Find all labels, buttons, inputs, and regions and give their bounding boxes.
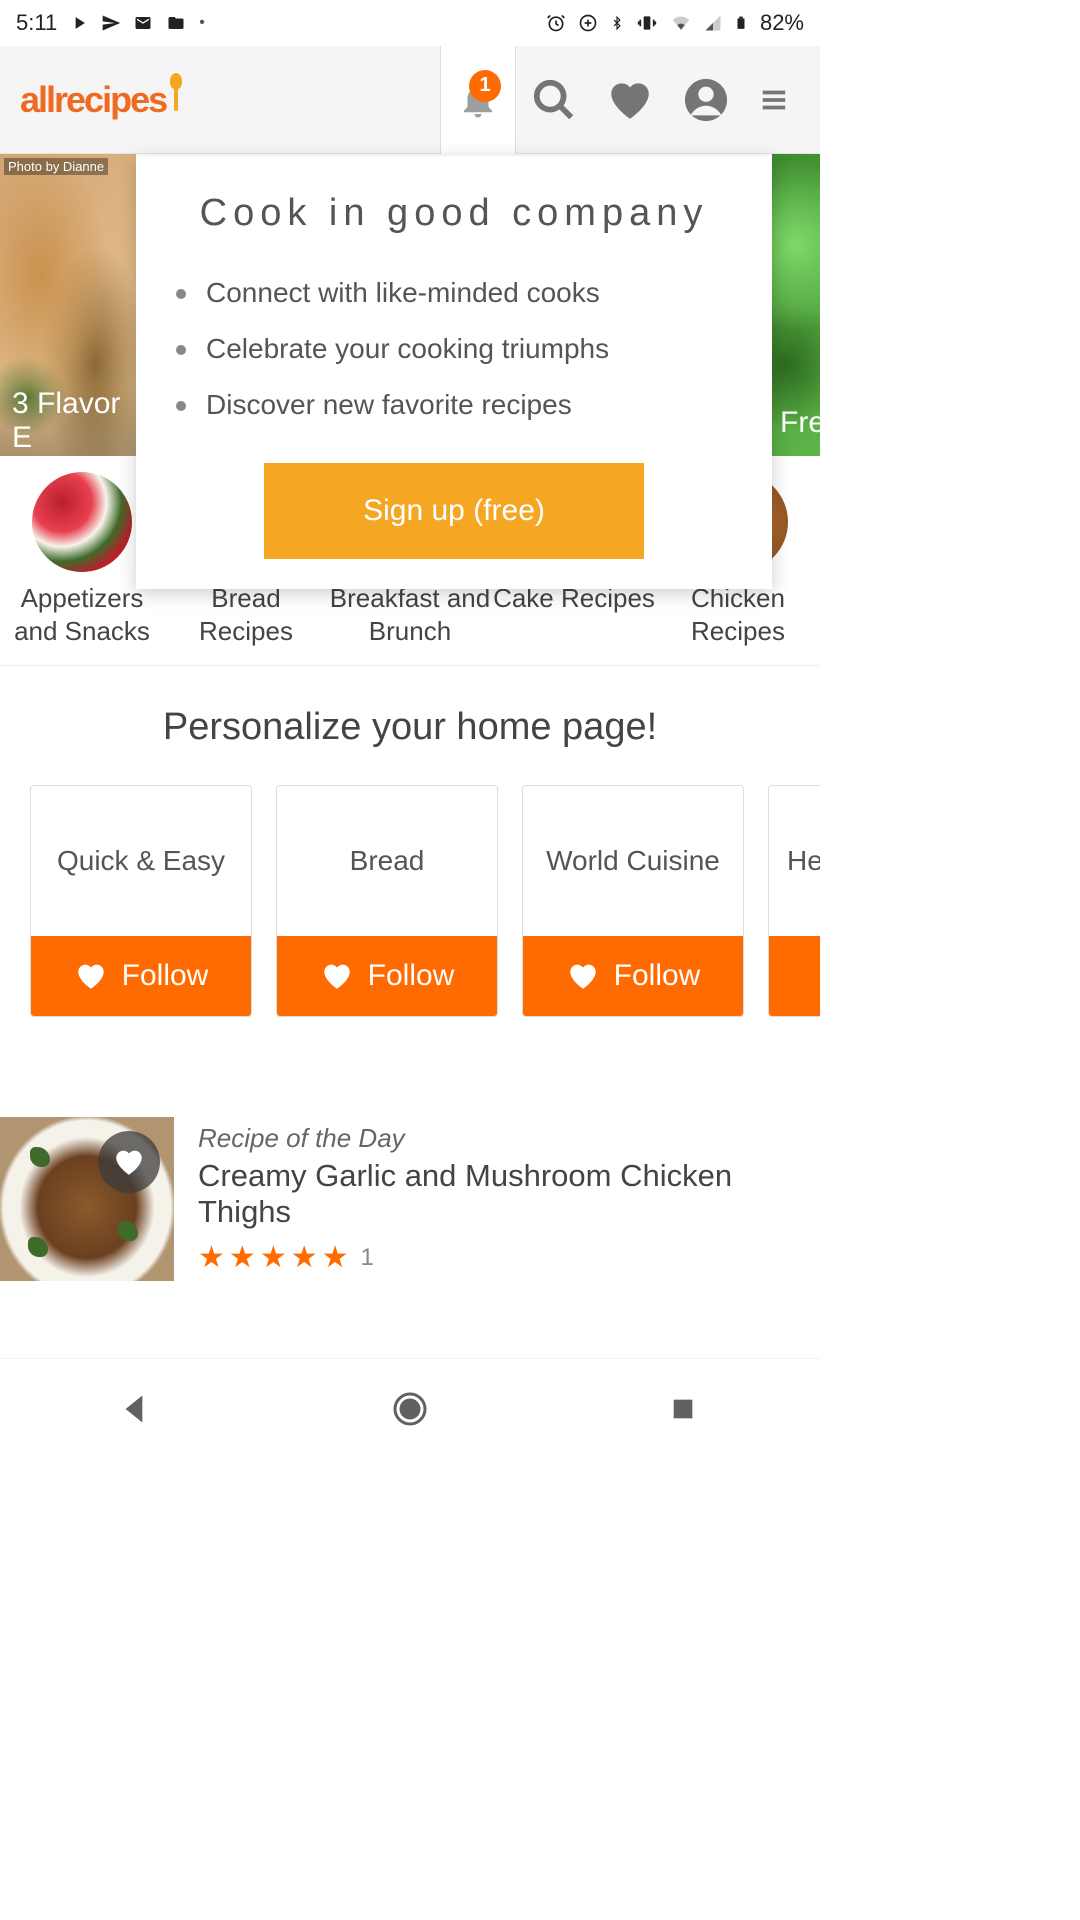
back-icon	[121, 1393, 153, 1425]
notification-badge: 1	[469, 70, 501, 102]
menu-button[interactable]	[744, 46, 804, 154]
alarm-icon	[546, 13, 566, 33]
battery-percent: 82%	[760, 10, 804, 36]
category-label: Bread Recipes	[164, 582, 328, 647]
square-icon	[669, 1395, 697, 1423]
signup-button[interactable]: Sign up (free)	[264, 463, 644, 559]
follow-label: Follow	[122, 959, 209, 993]
profile-icon	[683, 77, 729, 123]
star-icon: ★	[322, 1240, 349, 1275]
recipe-image	[0, 1117, 174, 1281]
send-icon	[101, 13, 121, 33]
home-icon	[392, 1391, 428, 1427]
folder-icon	[165, 14, 187, 32]
hero-title-right: Fre	[780, 406, 820, 440]
heart-icon	[74, 959, 108, 993]
follow-card-title: Bread	[277, 786, 497, 936]
logo-text: allrecipes	[20, 79, 166, 121]
recipe-section-label: Recipe of the Day	[198, 1123, 820, 1154]
heart-icon	[320, 959, 354, 993]
mail-icon	[133, 14, 153, 32]
android-status-bar: 5:11 • 82%	[0, 0, 820, 46]
search-icon	[531, 77, 577, 123]
logo[interactable]: allrecipes	[20, 79, 184, 121]
follow-label: Follow	[614, 959, 701, 993]
logo-spoon-icon	[168, 73, 184, 115]
star-icon: ★	[198, 1240, 225, 1275]
favorites-button[interactable]	[592, 46, 668, 154]
follow-card-bread: Bread Follow	[276, 785, 498, 1017]
hamburger-icon	[754, 85, 794, 115]
vibrate-icon	[636, 13, 658, 33]
signal-icon	[704, 14, 722, 32]
status-time: 5:11	[16, 10, 57, 36]
rating-count: 1	[361, 1244, 374, 1272]
heart-icon	[605, 75, 655, 125]
follow-card-quick-easy: Quick & Easy Follow	[30, 785, 252, 1017]
popup-bullet: Connect with like-minded cooks	[176, 265, 732, 321]
home-button[interactable]	[386, 1385, 434, 1433]
recipe-title: Creamy Garlic and Mushroom Chicken Thigh…	[198, 1158, 820, 1230]
battery-icon	[734, 12, 748, 34]
follow-card-title: Quick & Easy	[31, 786, 251, 936]
hero-card-right[interactable]: Fre	[772, 154, 820, 456]
category-label: Breakfast and Brunch	[328, 582, 492, 647]
star-icon: ★	[260, 1240, 287, 1275]
follow-button[interactable]: Follow	[31, 936, 251, 1016]
follow-label: Follow	[368, 959, 455, 993]
popup-bullet: Discover new favorite recipes	[176, 377, 732, 433]
back-button[interactable]	[113, 1385, 161, 1433]
profile-button[interactable]	[668, 46, 744, 154]
notifications-button[interactable]: 1	[440, 46, 516, 154]
wifi-icon	[670, 14, 692, 32]
star-icon: ★	[229, 1240, 256, 1275]
bluetooth-icon	[610, 12, 624, 34]
follow-button[interactable]: Follow	[523, 936, 743, 1016]
data-saver-icon	[578, 13, 598, 33]
play-icon	[69, 13, 89, 33]
recents-button[interactable]	[659, 1385, 707, 1433]
heart-icon	[112, 1145, 146, 1179]
popup-bullet: Celebrate your cooking triumphs	[176, 321, 732, 377]
heart-icon	[566, 959, 600, 993]
star-icon: ★	[291, 1240, 318, 1275]
category-label: Chicken Recipes	[656, 582, 820, 647]
follow-card-title: World Cuisine	[523, 786, 743, 936]
hero-card-left[interactable]: Photo by Dianne 3 Flavor E	[0, 154, 136, 456]
follow-button[interactable]: Follow	[277, 936, 497, 1016]
personalize-title: Personalize your home page!	[0, 706, 820, 749]
app-header: allrecipes 1	[0, 46, 820, 154]
android-nav-bar	[0, 1358, 820, 1458]
popup-title: Cook in good company	[166, 192, 742, 235]
category-thumb	[32, 472, 132, 572]
follow-button[interactable]	[769, 936, 820, 1016]
photo-credit: Photo by Dianne	[4, 158, 108, 175]
signup-popup: Cook in good company Connect with like-m…	[136, 156, 772, 589]
dot-icon: •	[199, 14, 205, 32]
category-label: Appetizers and Snacks	[0, 582, 164, 647]
favorite-button[interactable]	[98, 1131, 160, 1193]
follow-row[interactable]: Quick & Easy Follow Bread Follow World C…	[0, 785, 820, 1017]
search-button[interactable]	[516, 46, 592, 154]
recipe-rating: ★ ★ ★ ★ ★ 1	[198, 1240, 820, 1275]
follow-card-title: Hea	[769, 786, 820, 936]
follow-card-partial: Hea	[768, 785, 820, 1017]
follow-card-world-cuisine: World Cuisine Follow	[522, 785, 744, 1017]
hero-title-left: 3 Flavor E	[0, 386, 136, 456]
recipe-of-the-day[interactable]: Recipe of the Day Creamy Garlic and Mush…	[0, 1117, 820, 1281]
